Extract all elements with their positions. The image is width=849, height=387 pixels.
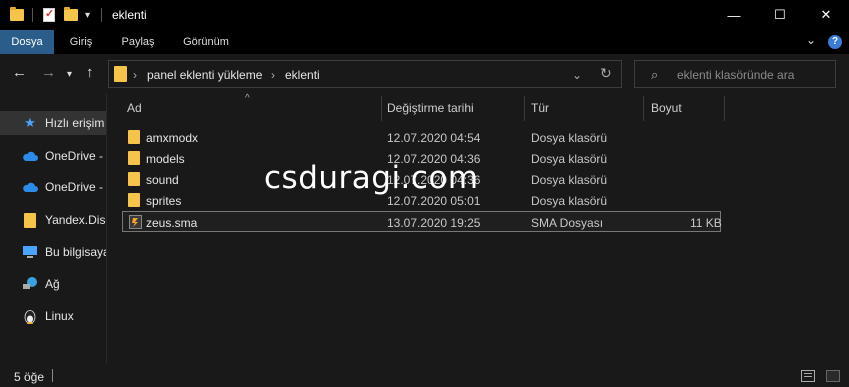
pane-divider[interactable] bbox=[106, 94, 107, 364]
file-type: Dosya klasörü bbox=[531, 131, 608, 145]
tab-share[interactable]: Paylaş bbox=[110, 30, 166, 54]
tab-file[interactable]: Dosya bbox=[0, 30, 54, 54]
properties-icon[interactable] bbox=[43, 7, 55, 23]
star-icon: ★ bbox=[24, 115, 36, 130]
column-header-date[interactable]: Değiştirme tarihi bbox=[387, 101, 474, 115]
folder-icon bbox=[22, 212, 38, 228]
expand-ribbon-icon[interactable]: ⌄ bbox=[806, 33, 816, 47]
linux-icon bbox=[22, 308, 38, 324]
close-button[interactable]: ✕ bbox=[803, 0, 849, 30]
minimize-button[interactable]: — bbox=[711, 0, 757, 30]
sidebar-item-label: Yandex.Disk bbox=[45, 213, 106, 227]
sma-file-icon bbox=[129, 215, 142, 229]
customize-toolbar-icon[interactable]: ▾ bbox=[85, 7, 90, 23]
column-header-name[interactable]: Ad bbox=[127, 101, 142, 115]
ribbon-tabs: Dosya Giriş Paylaş Görünüm ⌄ ? bbox=[0, 30, 849, 54]
separator bbox=[101, 7, 102, 23]
column-header-type[interactable]: Tür bbox=[531, 101, 549, 115]
sidebar-item-onedrive[interactable]: OneDrive - bbox=[0, 175, 106, 199]
sidebar-item-label: Bu bilgisayar bbox=[45, 245, 106, 259]
file-name: models bbox=[146, 152, 185, 166]
tab-home[interactable]: Giriş bbox=[58, 30, 104, 54]
sidebar-item-label: Linux bbox=[45, 309, 74, 323]
status-separator bbox=[52, 369, 53, 382]
file-name: sprites bbox=[146, 194, 182, 208]
column-header-size[interactable]: Boyut bbox=[651, 101, 682, 115]
up-button[interactable]: ↑ bbox=[86, 65, 94, 81]
file-type: Dosya klasörü bbox=[531, 152, 608, 166]
file-row-selected[interactable]: zeus.sma 13.07.2020 19:25 SMA Dosyası 11… bbox=[122, 211, 722, 232]
new-folder-icon[interactable] bbox=[64, 7, 78, 23]
address-history-icon[interactable]: ⌄ bbox=[572, 68, 582, 82]
sidebar-item-network[interactable]: Ağ bbox=[0, 272, 106, 296]
breadcrumb-separator[interactable]: › bbox=[133, 68, 137, 82]
refresh-icon[interactable]: ↻ bbox=[600, 65, 612, 82]
file-name: sound bbox=[146, 173, 179, 187]
sidebar-item-label: OneDrive - bbox=[45, 149, 104, 163]
folder-icon bbox=[128, 130, 141, 144]
column-separator[interactable] bbox=[643, 96, 644, 121]
folder-icon bbox=[128, 193, 141, 207]
title-bar: ▾ eklenti — ☐ ✕ bbox=[0, 0, 849, 30]
breadcrumb-parent[interactable]: panel eklenti yükleme bbox=[147, 68, 262, 82]
watermark-text: csduragi.com bbox=[264, 160, 479, 196]
separator bbox=[32, 7, 33, 23]
file-row[interactable]: amxmodx 12.07.2020 04:54 Dosya klasörü bbox=[122, 127, 721, 148]
back-button[interactable]: ← bbox=[12, 65, 27, 81]
sidebar-item-linux[interactable]: Linux bbox=[0, 304, 106, 328]
folder-icon bbox=[128, 151, 141, 165]
status-bar: 5 öğe bbox=[0, 364, 849, 387]
sidebar-item-label: Ağ bbox=[45, 277, 60, 291]
forward-button[interactable]: → bbox=[41, 65, 56, 81]
column-separator[interactable] bbox=[381, 96, 382, 121]
sidebar-item-label: Hızlı erişim bbox=[45, 116, 105, 130]
search-icon: ⌕ bbox=[651, 67, 659, 82]
recent-locations-icon[interactable]: ▾ bbox=[67, 67, 72, 83]
file-type: SMA Dosyası bbox=[531, 216, 604, 230]
cloud-icon bbox=[22, 148, 38, 164]
maximize-button[interactable]: ☐ bbox=[757, 0, 803, 30]
breadcrumb-current[interactable]: eklenti bbox=[285, 68, 320, 82]
folder-icon bbox=[114, 66, 127, 82]
file-name: zeus.sma bbox=[146, 216, 198, 230]
window-title: eklenti bbox=[112, 8, 147, 22]
large-icons-view-icon[interactable] bbox=[826, 370, 840, 382]
sidebar-item-this-pc[interactable]: Bu bilgisayar bbox=[0, 240, 106, 264]
cloud-icon bbox=[22, 179, 38, 195]
file-name: amxmodx bbox=[146, 131, 199, 145]
item-count: 5 öğe bbox=[14, 370, 45, 384]
file-date: 12.07.2020 04:54 bbox=[387, 131, 481, 145]
sort-ascending-icon: ^ bbox=[245, 93, 250, 104]
file-size: 11 KB bbox=[690, 216, 722, 230]
column-separator[interactable] bbox=[524, 96, 525, 121]
breadcrumb-separator[interactable]: › bbox=[271, 68, 275, 82]
sidebar-item-yandex-disk[interactable]: Yandex.Disk bbox=[0, 208, 106, 232]
network-icon bbox=[22, 276, 38, 292]
navigation-pane: ★ Hızlı erişim OneDrive - OneDrive - Yan… bbox=[0, 94, 106, 364]
file-date: 12.07.2020 05:01 bbox=[387, 194, 481, 208]
tab-view[interactable]: Görünüm bbox=[172, 30, 240, 54]
computer-icon bbox=[22, 244, 38, 260]
file-type: Dosya klasörü bbox=[531, 194, 608, 208]
sidebar-item-quick-access[interactable]: ★ Hızlı erişim bbox=[0, 111, 106, 135]
folder-icon[interactable] bbox=[10, 7, 24, 23]
search-box[interactable]: ⌕ eklenti klasöründe ara bbox=[634, 60, 836, 88]
file-date: 13.07.2020 19:25 bbox=[387, 216, 481, 230]
details-view-icon[interactable] bbox=[801, 370, 815, 382]
help-icon[interactable]: ? bbox=[828, 35, 842, 49]
sidebar-item-onedrive[interactable]: OneDrive - bbox=[0, 144, 106, 168]
column-separator[interactable] bbox=[724, 96, 725, 121]
file-type: Dosya klasörü bbox=[531, 173, 608, 187]
address-bar[interactable]: › panel eklenti yükleme › eklenti ⌄ ↻ bbox=[108, 60, 622, 88]
search-input[interactable]: eklenti klasöründe ara bbox=[677, 68, 794, 82]
sidebar-item-label: OneDrive - bbox=[45, 180, 104, 194]
folder-icon bbox=[128, 172, 141, 186]
